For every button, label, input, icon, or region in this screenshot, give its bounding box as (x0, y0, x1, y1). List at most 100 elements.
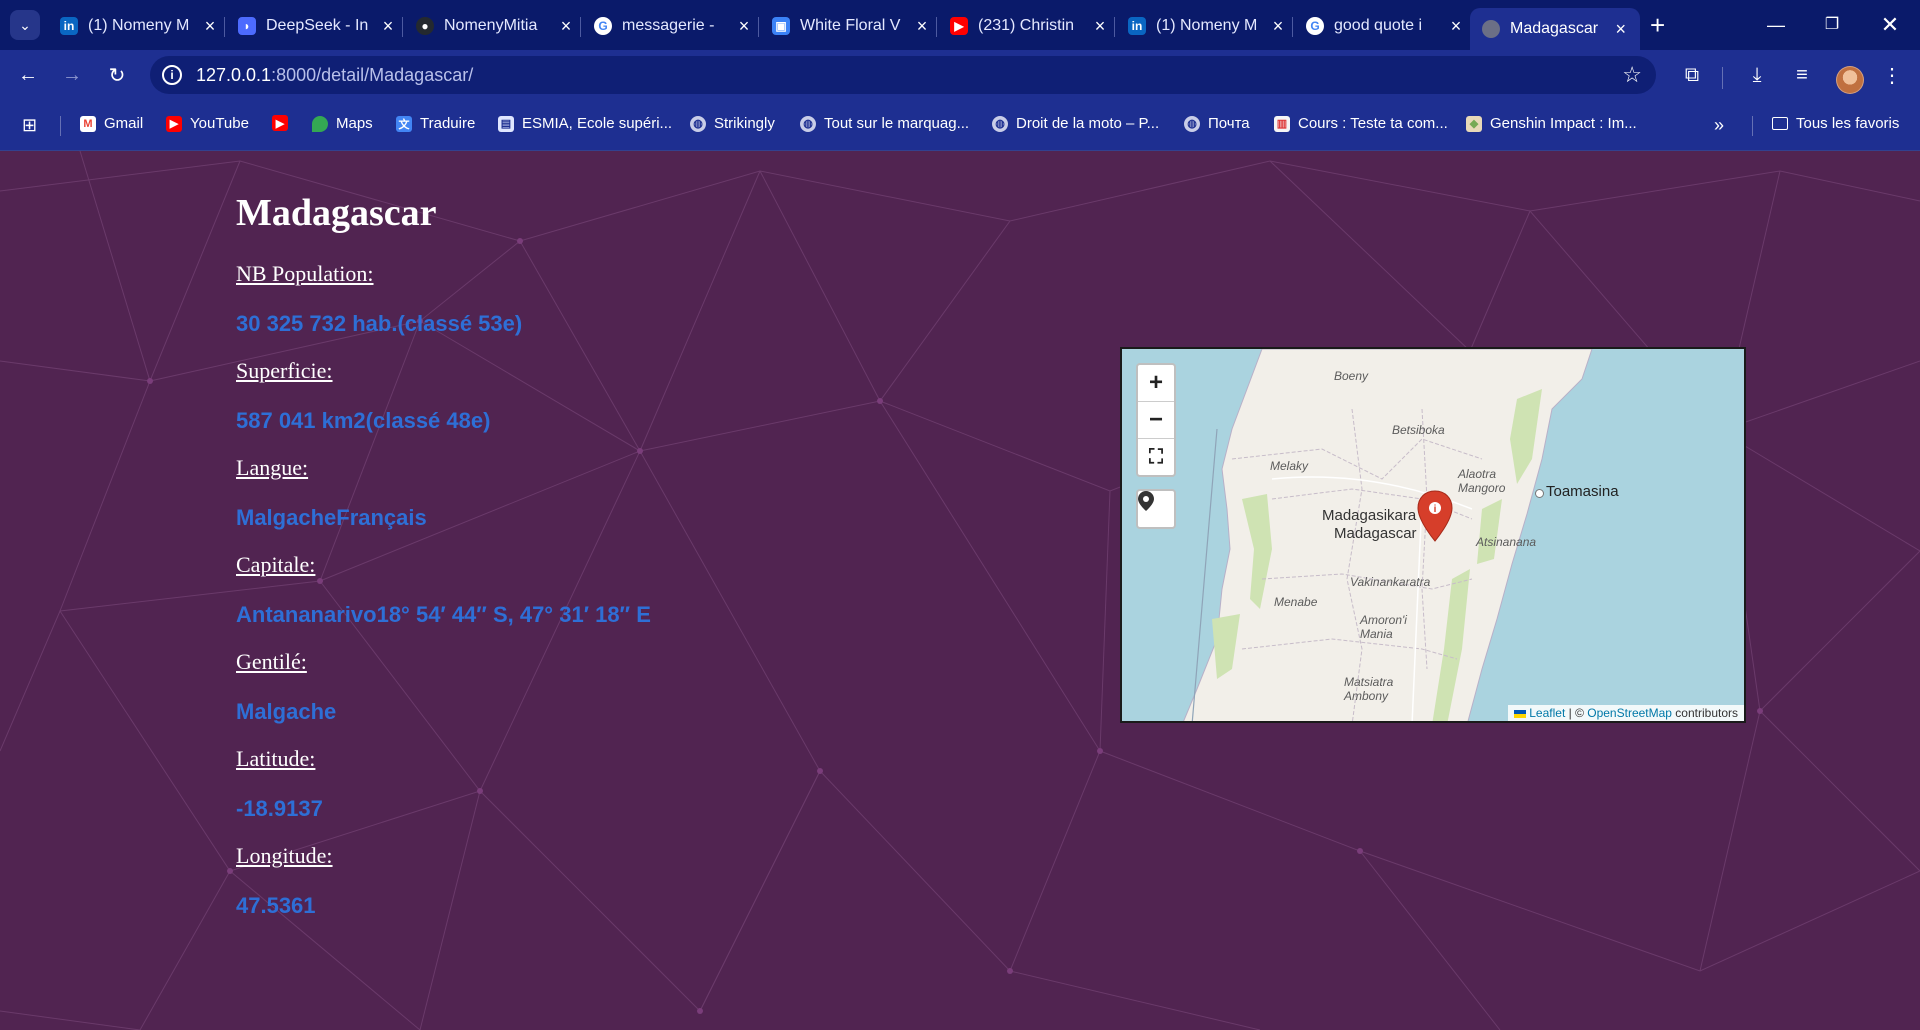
new-tab-button[interactable]: + (1650, 10, 1665, 40)
tab-strip: ⌄ in (1) Nomeny M × ◗ DeepSeek - In × ● … (0, 0, 1920, 50)
tab[interactable]: in (1) Nomeny M × (60, 10, 218, 42)
bookmark-cours[interactable]: ▥ Cours : Teste ta com... (1274, 115, 1448, 132)
population-value: 30 325 732 hab.(classé 53e) (236, 311, 523, 336)
tab[interactable]: ● NomenyMitia × (416, 10, 574, 42)
close-icon[interactable]: × (380, 16, 396, 37)
downloads-button[interactable]: ⤓ (1742, 60, 1772, 90)
bookmark-droit-moto[interactable]: ◍ Droit de la moto – P... (992, 115, 1159, 132)
osm-link[interactable]: OpenStreetMap (1587, 706, 1672, 720)
deepseek-icon: ◗ (238, 17, 256, 35)
apps-button[interactable]: ⊞ (22, 115, 37, 136)
bookmark-genshin[interactable]: ◆ Genshin Impact : Im... (1466, 115, 1637, 132)
close-icon[interactable]: × (1614, 19, 1628, 40)
close-icon[interactable]: × (1448, 16, 1464, 37)
globe-icon: ◍ (1184, 115, 1200, 132)
region-label: Melaky (1270, 459, 1309, 473)
zoom-in-button[interactable]: + (1138, 365, 1174, 401)
map-widget[interactable]: + − ⛶ Boeny Betsiboka Melaky Alaotra Man… (1120, 347, 1746, 723)
tab-divider (936, 17, 937, 37)
gmail-icon: M (80, 115, 96, 132)
restore-button[interactable]: ❐ (1812, 10, 1852, 40)
globe-icon: ◍ (992, 115, 1008, 132)
url-text[interactable]: 127.0.0.1:8000/detail/Madagascar/ (196, 65, 473, 86)
tab[interactable]: in (1) Nomeny M × (1128, 10, 1286, 42)
bookmark-traduire[interactable]: 文 Traduire (396, 115, 475, 132)
city-dot (1535, 489, 1544, 498)
bookmark-strikingly[interactable]: ◍ Strikingly (690, 115, 775, 132)
ukraine-flag-icon (1513, 709, 1526, 718)
page-content: Madagascar NB Population: 30 325 732 hab… (0, 151, 1920, 1030)
tab-search-button[interactable]: ⌄ (10, 10, 40, 40)
tab[interactable]: G messagerie - × (594, 10, 752, 42)
close-icon[interactable]: × (1270, 16, 1286, 37)
map-attribution: Leaflet | © OpenStreetMap contributors (1507, 705, 1744, 721)
bookmark-marquage[interactable]: ◍ Tout sur le marquag... (800, 115, 969, 132)
forward-button[interactable]: → (57, 60, 87, 90)
latitude-label: Latitude: (236, 746, 316, 771)
github-icon: ● (416, 17, 434, 35)
close-icon[interactable]: × (558, 16, 574, 37)
capital-value: Antananarivo18° 54′ 44″ S, 47° 31′ 18″ E (236, 602, 651, 627)
media-control-button[interactable]: ≡ (1787, 60, 1817, 90)
bookmark-esmia[interactable]: ▤ ESMIA, Ecole supéri... (498, 115, 672, 132)
tab[interactable]: ▶ (231) Christin × (950, 10, 1108, 42)
esmia-icon: ▤ (498, 115, 514, 132)
back-button[interactable]: ← (13, 60, 43, 90)
avatar[interactable] (1836, 66, 1864, 94)
tab[interactable]: ◗ DeepSeek - In × (238, 10, 396, 42)
area-value: 587 041 km2(classé 48e) (236, 408, 491, 433)
close-icon[interactable]: × (1092, 16, 1108, 37)
menu-button[interactable]: ⋮ (1877, 60, 1907, 90)
city-map-label: Toamasina (1546, 483, 1619, 500)
attribution-separator: | © (1565, 706, 1588, 720)
tab[interactable]: G good quote i × (1306, 10, 1464, 42)
download-icon: ⤓ (1752, 63, 1762, 86)
region-label: Boeny (1334, 369, 1369, 383)
tab[interactable]: ▣ White Floral V × (772, 10, 930, 42)
close-icon[interactable]: × (736, 16, 752, 37)
bookmark-gmail[interactable]: M Gmail (80, 115, 143, 132)
tab-title: NomenyMitia (444, 17, 538, 34)
google-icon: G (594, 17, 612, 35)
bookmark-youtube-2[interactable]: ▶ (272, 115, 296, 131)
close-icon[interactable]: × (914, 16, 930, 37)
reload-button[interactable]: ↻ (102, 60, 132, 90)
tab-divider (402, 17, 403, 37)
latitude-value: -18.9137 (236, 796, 323, 821)
location-pin-icon (1138, 491, 1154, 511)
tab-active[interactable]: Madagascar × (1470, 8, 1640, 50)
marker-icon[interactable]: i (1416, 489, 1454, 543)
more-bookmarks-button[interactable]: » (1714, 115, 1724, 136)
translate-icon: 文 (396, 115, 412, 132)
bookmark-youtube[interactable]: ▶ YouTube (166, 115, 249, 132)
more-vertical-icon: ⋮ (1882, 64, 1902, 87)
address-bar[interactable]: i 127.0.0.1:8000/detail/Madagascar/ ☆ (150, 56, 1656, 94)
site-info-icon[interactable]: i (162, 65, 182, 85)
fullscreen-button[interactable]: ⛶ (1138, 438, 1174, 475)
maps-icon (312, 115, 328, 132)
bookmarks-divider (60, 116, 61, 136)
close-icon[interactable]: × (202, 16, 218, 37)
bookmark-maps[interactable]: Maps (312, 115, 373, 132)
region-label: Betsiboka (1392, 423, 1445, 437)
tab-title: (1) Nomeny M (88, 17, 190, 34)
grid-icon: ⊞ (22, 115, 38, 135)
all-bookmarks-button[interactable]: Tous les favoris (1772, 115, 1899, 132)
youtube-icon: ▶ (272, 115, 288, 131)
youtube-icon: ▶ (950, 17, 968, 35)
country-details: Madagascar NB Population: 30 325 732 hab… (236, 191, 856, 918)
leaflet-link[interactable]: Leaflet (1529, 706, 1565, 720)
extensions-button[interactable]: ⧉ (1677, 60, 1707, 90)
close-window-button[interactable]: ✕ (1870, 10, 1910, 40)
population-label: NB Population: (236, 261, 374, 286)
tab-title: (1) Nomeny M (1156, 17, 1258, 34)
bookmark-pochta[interactable]: ◍ Почта (1184, 115, 1250, 132)
fullscreen-icon: ⛶ (1149, 445, 1163, 468)
capital-map-label: Madagascar (1334, 525, 1417, 542)
minimize-button[interactable]: — (1756, 10, 1796, 40)
bookmarks-divider (1752, 116, 1753, 136)
bookmark-star-icon[interactable]: ☆ (1622, 62, 1642, 88)
zoom-out-button[interactable]: − (1138, 401, 1174, 438)
zoom-control: + − ⛶ (1136, 363, 1176, 477)
locate-button[interactable] (1136, 489, 1176, 529)
